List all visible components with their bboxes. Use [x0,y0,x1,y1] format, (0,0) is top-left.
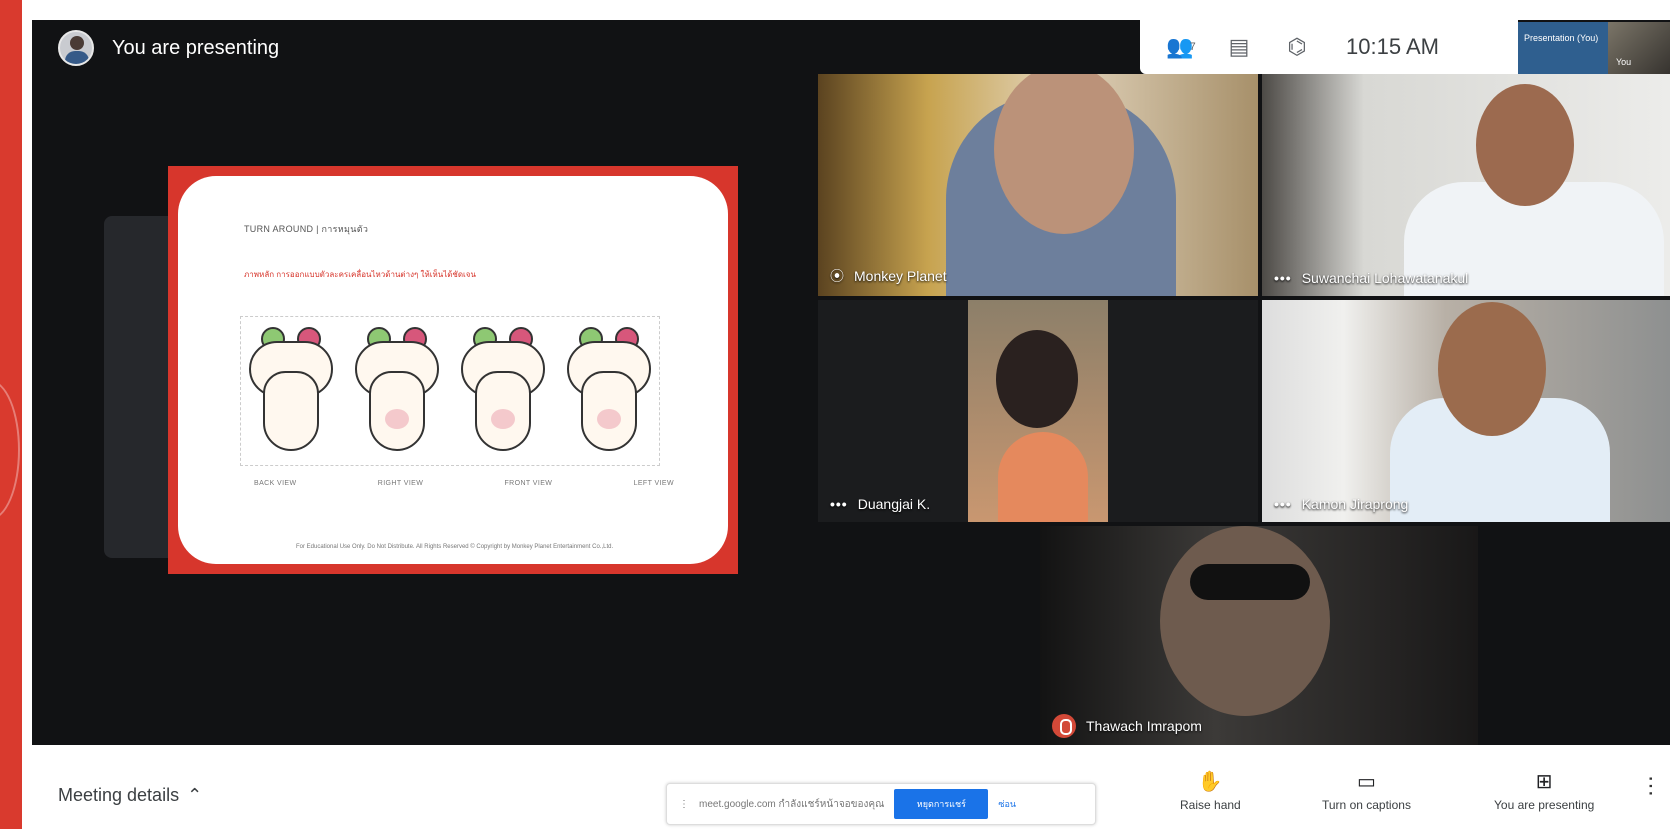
presenting-indicator: You are presenting [58,30,279,66]
view-label: BACK VIEW [254,480,297,487]
meeting-clock: 10:15 AM [1346,34,1439,59]
hide-banner-link[interactable]: ซ่อน [998,797,1016,811]
more-options-icon[interactable]: ⋯ [1638,775,1664,797]
meeting-details-label: Meeting details [58,785,180,805]
participant-tile[interactable]: ⦿ Monkey Planet [818,74,1258,296]
raise-hand-icon: ✋ [1197,771,1223,793]
present-label: You are presenting [1494,798,1595,812]
people-icon[interactable]: 👥 7 [1164,30,1198,64]
view-label: FRONT VIEW [504,480,553,487]
captions-icon: ▭ [1357,771,1376,793]
participant-name: Monkey Planet [854,268,947,284]
view-labels: BACK VIEW RIGHT VIEW FRONT VIEW LEFT VIE… [254,480,674,487]
present-icon: ⊞ [1535,771,1553,793]
audio-activity-icon: ••• [1274,270,1292,286]
character-right-view [347,317,447,465]
self-view-tile[interactable]: Presentation (You) You [1518,22,1670,74]
participant-tile[interactable]: ••• Kamon Jiraprong [1262,300,1670,522]
participant-name: Suwanchai Lohawatanakul [1301,270,1469,286]
present-button[interactable]: ⊞ You are presenting [1494,771,1594,812]
left-edge-red-bar [0,0,22,829]
participant-tile[interactable]: Thawach Imrapom [1040,526,1478,748]
slide-subtitle: ภาพหลัก การออกแบบตัวละครเคลื่อนไหวด้านต่… [244,270,476,279]
audio-activity-icon: ••• [1274,496,1292,512]
drag-handle-icon[interactable]: ⋮ [679,799,689,810]
participant-name: Duangjai K. [857,496,931,512]
meeting-details-button[interactable]: Meeting details ⌃ [58,785,202,806]
captions-button[interactable]: ▭ Turn on captions [1322,771,1411,812]
character-turnaround [240,316,660,466]
mic-off-icon [1052,714,1076,738]
chat-icon[interactable]: ▤ [1222,30,1256,64]
presenting-text: You are presenting [112,36,280,59]
chevron-up-icon: ⌃ [187,785,203,805]
stop-sharing-button[interactable]: หยุดการแชร์ [894,789,989,819]
slide-footer: For Educational Use Only. Do Not Distrib… [296,544,614,550]
presented-slide: TURN AROUND | การหมุนตัว ภาพหลัก การออกแ… [168,166,738,574]
character-left-view [559,317,659,465]
activities-icon[interactable]: ⌬ [1280,30,1314,64]
presentation-thumbnail: Presentation (You) [1518,22,1608,74]
banner-text: meet.google.com กำลังแชร์หน้าจอของคุณ [699,798,885,810]
bottom-control-bar: Meeting details ⌃ ⋮ meet.google.com กำลัง… [32,745,1670,829]
participant-tile[interactable]: ••• Duangjai K. [818,300,1258,522]
participant-video [968,300,1108,522]
avatar [58,30,94,66]
participant-name: Thawach Imrapom [1086,718,1202,734]
top-right-toolbar: 👥 7 ▤ ⌬ 10:15 AM [1140,20,1518,74]
speaking-icon: ⦿ [830,268,844,284]
captions-label: Turn on captions [1322,798,1411,812]
screen-share-banner: ⋮ meet.google.com กำลังแชร์หน้าจอของคุณ … [666,783,1096,825]
self-camera: You [1608,22,1670,74]
character-front-view [453,317,553,465]
participant-tile[interactable]: ••• Suwanchai Lohawatanakul [1262,74,1670,296]
slide-title: TURN AROUND | การหมุนตัว [244,224,369,234]
character-back-view [241,317,341,465]
decorative-curve [0,380,20,520]
view-label: LEFT VIEW [633,480,674,487]
raise-hand-label: Raise hand [1180,798,1241,812]
raise-hand-button[interactable]: ✋ Raise hand [1180,771,1241,812]
audio-activity-icon: ••• [830,496,848,512]
participant-name: Kamon Jiraprong [1301,496,1409,512]
view-label: RIGHT VIEW [377,480,424,487]
slide-content: TURN AROUND | การหมุนตัว ภาพหลัก การออกแ… [178,176,728,564]
